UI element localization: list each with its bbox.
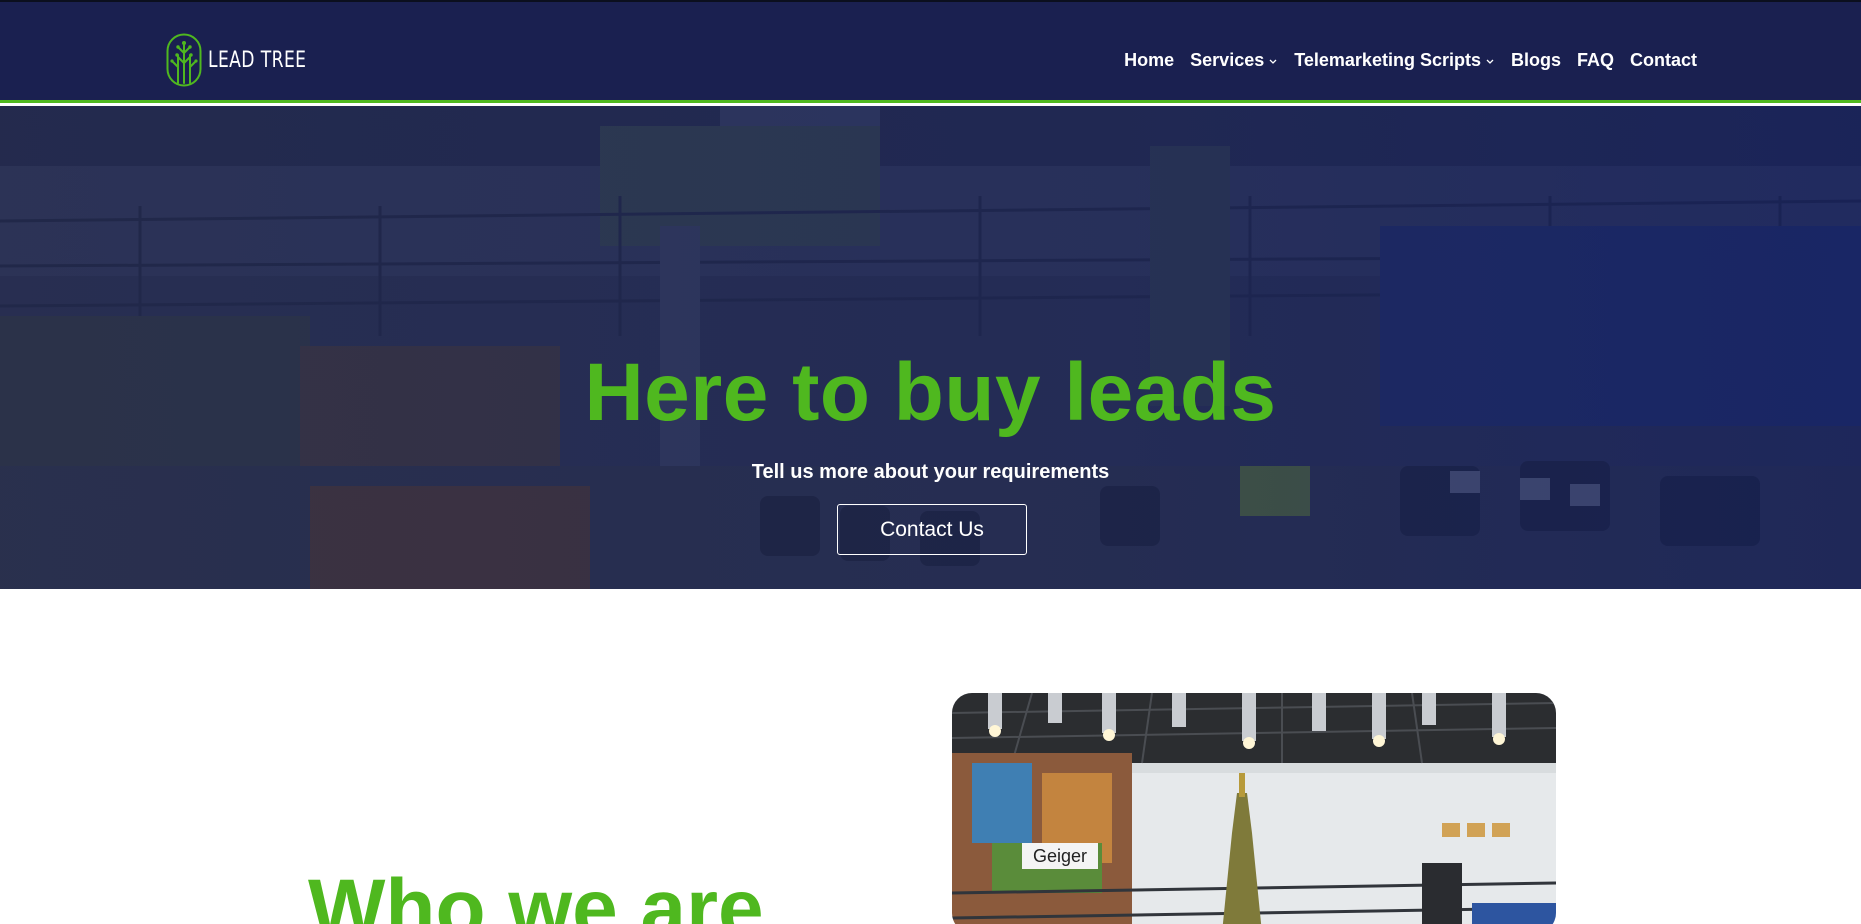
hero-section: Here to buy leads Tell us more about you… <box>0 106 1861 589</box>
nav-item-services[interactable]: Services <box>1190 50 1278 71</box>
nav-item-faq[interactable]: FAQ <box>1577 50 1614 71</box>
tree-icon <box>166 33 202 87</box>
office-photo-image: Geiger <box>952 693 1556 924</box>
section-title-who-we-are: Who we are <box>308 863 764 924</box>
geiger-sign: Geiger <box>1033 846 1087 866</box>
nav-item-blogs[interactable]: Blogs <box>1511 50 1561 71</box>
nav-item-label: Blogs <box>1510 50 1561 70</box>
main-nav: Home Services Telemarketing Scripts Blog… <box>1124 50 1697 71</box>
nav-item-label: Home <box>1124 50 1175 70</box>
logo-link[interactable]: LEAD TREE <box>166 33 334 87</box>
nav-item-telemarketing-scripts[interactable]: Telemarketing Scripts <box>1294 50 1495 71</box>
contact-us-button[interactable]: Contact Us <box>837 504 1027 555</box>
chevron-down-icon <box>1486 59 1494 64</box>
hero-subtitle: Tell us more about your requirements <box>751 461 1110 483</box>
site-header: LEAD TREE Home Services Telemarketing Sc… <box>0 2 1861 103</box>
nav-item-label: Telemarketing Scripts <box>1294 50 1481 70</box>
office-photo: Geiger <box>952 693 1556 924</box>
nav-item-home[interactable]: Home <box>1124 50 1174 71</box>
nav-item-label: Services <box>1190 50 1265 70</box>
chevron-down-icon <box>1269 59 1277 64</box>
brand-name: LEAD TREE <box>208 47 307 73</box>
nav-item-label: FAQ <box>1576 50 1614 70</box>
hero-title: Here to buy leads <box>584 347 1277 438</box>
page: LEAD TREE Home Services Telemarketing Sc… <box>0 0 1861 924</box>
nav-item-contact[interactable]: Contact <box>1630 50 1697 71</box>
nav-item-label: Contact <box>1630 50 1697 70</box>
